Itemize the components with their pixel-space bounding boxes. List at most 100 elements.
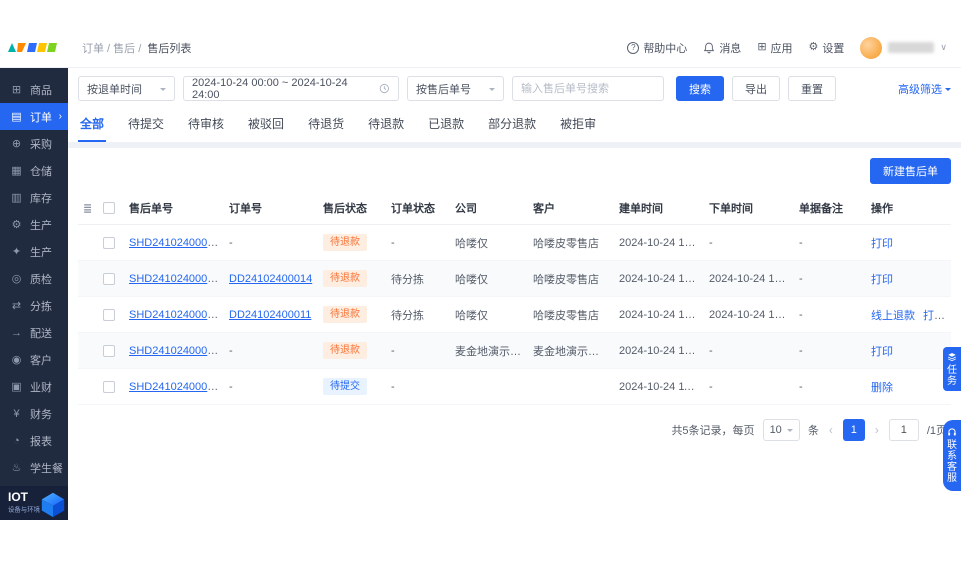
cell-spacer bbox=[78, 368, 98, 405]
row-checkbox[interactable] bbox=[103, 272, 115, 285]
sidebar-item-14[interactable]: ♨ 学生餐 bbox=[0, 454, 68, 481]
row-action-link[interactable]: 删除 bbox=[871, 382, 893, 394]
pagination: 共5条记录，每页 10 条 ‹ 1 › /1页 bbox=[78, 405, 951, 455]
task-floating-button[interactable]: 任务 bbox=[943, 347, 961, 391]
help-center-button[interactable]: ? 帮助中心 bbox=[627, 40, 687, 56]
column-header-5: 客户 bbox=[528, 192, 614, 225]
sidebar-item-icon: ▤ bbox=[11, 111, 22, 123]
status-badge: 待退款 bbox=[323, 234, 367, 251]
sidebar-item-13[interactable]: ◔ 报表 bbox=[0, 427, 68, 454]
tab-8[interactable]: 被拒审 bbox=[558, 111, 598, 142]
reset-button[interactable]: 重置 bbox=[788, 76, 836, 101]
sidebar-item-7[interactable]: ◎ 质检 bbox=[0, 265, 68, 292]
status-badge: 待提交 bbox=[323, 378, 367, 395]
cell-remark: - bbox=[794, 224, 866, 261]
tab-3[interactable]: 被驳回 bbox=[246, 111, 286, 142]
tab-7[interactable]: 部分退款 bbox=[486, 111, 538, 142]
after-sale-id-link[interactable]: SHD24102400001 bbox=[129, 381, 220, 393]
next-page-button[interactable]: › bbox=[873, 423, 881, 437]
after-sale-id-link[interactable]: SHD24102400002 bbox=[129, 345, 220, 357]
sidebar-item-10[interactable]: ◉ 客户 bbox=[0, 346, 68, 373]
row-action-link[interactable]: 打印 bbox=[871, 274, 893, 286]
new-after-sale-button[interactable]: 新建售后单 bbox=[870, 158, 951, 184]
row-checkbox[interactable] bbox=[103, 308, 115, 321]
row-action-link[interactable]: 打印 bbox=[871, 238, 893, 250]
table-body: SHD24102400005 - 待退款 - 哈喽仅 哈喽皮零售店 2024-1… bbox=[78, 224, 951, 405]
sidebar-item-2[interactable]: ⊕ 采购 bbox=[0, 130, 68, 157]
topbar: 订单 / 售后 / 售后列表 ? 帮助中心 消息 ⊞ 应用 ⚙ 设置 ∨ bbox=[0, 28, 961, 68]
row-action-link[interactable]: 打印 bbox=[871, 346, 893, 358]
cell-company: 麦金地演示客户1 bbox=[450, 332, 528, 369]
search-button[interactable]: 搜索 bbox=[676, 76, 724, 101]
sidebar-item-icon: ⚙ bbox=[11, 219, 22, 231]
user-menu[interactable]: ∨ bbox=[860, 36, 947, 59]
after-sale-id-link[interactable]: SHD24102400004 bbox=[129, 273, 220, 285]
tab-1[interactable]: 待提交 bbox=[126, 111, 166, 142]
sidebar-item-9[interactable]: → 配送 bbox=[0, 319, 68, 346]
tab-2[interactable]: 待审核 bbox=[186, 111, 226, 142]
apps-button[interactable]: ⊞ 应用 bbox=[757, 40, 792, 56]
cell-order-no: - bbox=[224, 224, 318, 261]
settings-button[interactable]: ⚙ 设置 bbox=[809, 40, 845, 56]
tab-0[interactable]: 全部 bbox=[78, 111, 107, 142]
column-header-0: 售后单号 bbox=[124, 192, 224, 225]
column-header-9: 操作 bbox=[866, 192, 951, 225]
row-checkbox[interactable] bbox=[103, 344, 115, 357]
gear-icon: ⚙ bbox=[808, 41, 819, 53]
cell-remark: - bbox=[794, 368, 866, 405]
cell-customer: 哈喽皮零售店 bbox=[528, 260, 614, 297]
sidebar-item-4[interactable]: ▥ 库存 bbox=[0, 184, 68, 211]
sidebar-item-1[interactable]: ▤ 订单 bbox=[0, 103, 68, 130]
breadcrumb-prefix[interactable]: 订单 / 售后 / bbox=[82, 43, 141, 55]
sidebar-item-label: 订单 bbox=[30, 111, 52, 124]
sidebar-iot-badge[interactable]: IOT 设备与环境 bbox=[0, 486, 68, 520]
sidebar-item-icon: ◔ bbox=[13, 434, 20, 447]
sidebar-item-icon: ▦ bbox=[11, 165, 22, 177]
after-sale-id-link[interactable]: SHD24102400005 bbox=[129, 237, 220, 249]
number-type-select[interactable]: 按售后单号 bbox=[407, 76, 504, 101]
sidebar-item-11[interactable]: ▣ 业财 bbox=[0, 373, 68, 400]
advanced-filter-link[interactable]: 高级筛选 bbox=[898, 81, 951, 97]
bell-icon bbox=[704, 42, 715, 53]
sidebar-item-3[interactable]: ▦ 仓储 bbox=[0, 157, 68, 184]
settings-label: 设置 bbox=[822, 42, 845, 55]
sidebar-item-0[interactable]: ⊞ 商品 bbox=[0, 76, 68, 103]
sidebar-item-icon: ¥ bbox=[13, 407, 20, 420]
current-page-button[interactable]: 1 bbox=[842, 419, 865, 441]
customer-service-floating-button[interactable]: 联系客服 bbox=[943, 420, 961, 491]
sidebar-item-icon: ◎ bbox=[11, 273, 22, 285]
cell-actions: 打印 bbox=[866, 224, 951, 261]
page-size-select[interactable]: 10 bbox=[762, 419, 800, 441]
order-id-link[interactable]: DD24102400014 bbox=[229, 273, 312, 285]
search-input[interactable] bbox=[512, 76, 664, 101]
tab-6[interactable]: 已退款 bbox=[426, 111, 466, 142]
date-range-picker[interactable]: 2024-10-24 00:00 ~ 2024-10-24 24:00 bbox=[183, 76, 399, 101]
order-id-link[interactable]: DD24102400011 bbox=[229, 309, 311, 321]
page-jump-input[interactable] bbox=[888, 419, 919, 441]
date-range-value: 2024-10-24 00:00 ~ 2024-10-24 24:00 bbox=[192, 76, 348, 101]
time-type-select[interactable]: 按退单时间 bbox=[78, 76, 175, 101]
row-action-link[interactable]: 打印 bbox=[923, 310, 945, 322]
select-all-checkbox[interactable] bbox=[103, 202, 115, 215]
after-sale-id-link[interactable]: SHD24102400003 bbox=[129, 309, 220, 321]
sidebar-item-icon: ✦ bbox=[11, 246, 22, 258]
tab-4[interactable]: 待退货 bbox=[306, 111, 346, 142]
tab-5[interactable]: 待退款 bbox=[366, 111, 406, 142]
export-button[interactable]: 导出 bbox=[732, 76, 780, 101]
sidebar-item-icon: ▥ bbox=[11, 192, 22, 204]
table-config-icon[interactable]: ≣ bbox=[83, 203, 92, 215]
cell-status: 待退款 bbox=[318, 224, 386, 261]
sidebar-item-8[interactable]: ⇄ 分拣 bbox=[0, 292, 68, 319]
messages-button[interactable]: 消息 bbox=[703, 40, 741, 56]
row-action-link[interactable]: 线上退款 bbox=[871, 310, 915, 322]
prev-page-button[interactable]: ‹ bbox=[827, 423, 835, 437]
row-checkbox[interactable] bbox=[103, 380, 115, 393]
filter-panel: 按退单时间 2024-10-24 00:00 ~ 2024-10-24 24:0… bbox=[68, 68, 961, 142]
cell-spacer bbox=[78, 332, 98, 369]
layers-icon bbox=[948, 352, 956, 362]
sidebar-item-label: 学生餐 bbox=[30, 462, 63, 475]
sidebar-item-6[interactable]: ✦ 生产 bbox=[0, 238, 68, 265]
row-checkbox[interactable] bbox=[103, 236, 115, 249]
sidebar-item-5[interactable]: ⚙ 生产 bbox=[0, 211, 68, 238]
sidebar-item-12[interactable]: ¥ 财务 bbox=[0, 400, 68, 427]
